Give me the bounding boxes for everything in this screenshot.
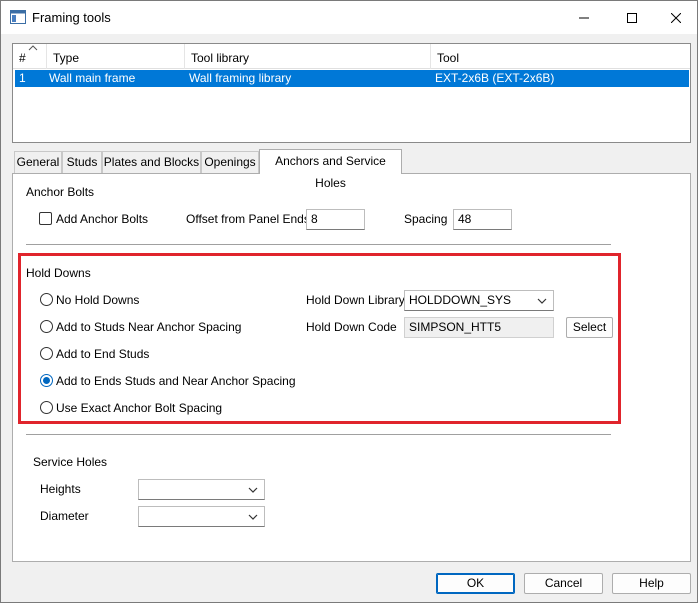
column-header-number[interactable]: #: [13, 44, 47, 69]
table-row[interactable]: 1 Wall main frame Wall framing library E…: [15, 70, 689, 87]
radio-label-studs-near-anchor[interactable]: Add to Studs Near Anchor Spacing: [56, 320, 241, 334]
minimize-button[interactable]: [561, 1, 607, 34]
close-button[interactable]: [653, 1, 698, 34]
minimize-icon: [579, 17, 589, 18]
close-icon: [671, 12, 681, 23]
radio-studs-near-anchor[interactable]: [40, 320, 53, 333]
framing-tools-dialog: Framing tools # Type Tool library Tool 1…: [0, 0, 698, 603]
radio-no-hold-downs[interactable]: [40, 293, 53, 306]
spacing-input[interactable]: 48: [453, 209, 512, 230]
heights-select[interactable]: [138, 479, 265, 500]
radio-label-end-studs[interactable]: Add to End Studs: [56, 347, 149, 361]
maximize-button[interactable]: [609, 1, 655, 34]
row-tool-library: Wall framing library: [189, 71, 292, 85]
add-anchor-bolts-label[interactable]: Add Anchor Bolts: [56, 212, 148, 226]
ok-button[interactable]: OK: [436, 573, 515, 594]
tab-openings[interactable]: Openings: [201, 151, 259, 173]
help-button[interactable]: Help: [612, 573, 691, 594]
hold-down-code-label: Hold Down Code: [306, 320, 397, 334]
column-header-tool-library[interactable]: Tool library: [185, 44, 431, 69]
radio-end-studs[interactable]: [40, 347, 53, 360]
tool-list[interactable]: # Type Tool library Tool 1 Wall main fra…: [12, 43, 691, 143]
row-number: 1: [19, 71, 26, 85]
tool-list-header: # Type Tool library Tool: [13, 44, 690, 69]
hold-down-library-select[interactable]: HOLDDOWN_SYS: [404, 290, 554, 311]
service-holes-heading: Service Holes: [33, 455, 108, 469]
highlight-annotation-box: [18, 253, 621, 424]
offset-label: Offset from Panel Ends: [186, 212, 310, 226]
radio-exact-spacing[interactable]: [40, 401, 53, 414]
cancel-button[interactable]: Cancel: [524, 573, 603, 594]
diameter-label: Diameter: [40, 509, 89, 523]
add-anchor-bolts-checkbox[interactable]: [39, 212, 52, 225]
row-tool: EXT-2x6B (EXT-2x6B): [435, 71, 555, 85]
chevron-down-icon: [537, 298, 547, 304]
hold-down-library-value: HOLDDOWN_SYS: [409, 293, 512, 307]
chevron-down-icon: [248, 487, 258, 493]
divider: [26, 244, 611, 245]
radio-label-ends-studs-near-anchor[interactable]: Add to Ends Studs and Near Anchor Spacin…: [56, 374, 296, 388]
row-type: Wall main frame: [49, 71, 136, 85]
hold-down-library-label: Hold Down Library: [306, 293, 405, 307]
hold-downs-heading: Hold Downs: [26, 266, 91, 280]
hold-down-code-field[interactable]: SIMPSON_HTT5: [404, 317, 554, 338]
column-header-type[interactable]: Type: [47, 44, 185, 69]
tab-plates-and-blocks[interactable]: Plates and Blocks: [102, 151, 201, 173]
maximize-icon: [627, 12, 637, 23]
tab-anchors-and-service-holes[interactable]: Anchors and Service Holes: [259, 149, 402, 190]
heights-label: Heights: [40, 482, 81, 496]
window-title: Framing tools: [32, 10, 111, 25]
radio-label-no-hold-downs[interactable]: No Hold Downs: [56, 293, 139, 307]
diameter-select[interactable]: [138, 506, 265, 527]
column-header-tool[interactable]: Tool: [431, 44, 690, 69]
radio-ends-studs-near-anchor[interactable]: [40, 374, 53, 387]
sort-ascending-icon: [28, 45, 38, 51]
spacing-label: Spacing: [404, 212, 448, 226]
anchor-bolts-heading: Anchor Bolts: [26, 185, 95, 199]
radio-label-exact-spacing[interactable]: Use Exact Anchor Bolt Spacing: [56, 401, 222, 415]
divider: [26, 434, 611, 435]
chevron-down-icon: [248, 514, 258, 520]
title-bar[interactable]: Framing tools: [1, 1, 697, 34]
select-button[interactable]: Select: [566, 317, 613, 338]
offset-input[interactable]: 8: [306, 209, 365, 230]
tab-general[interactable]: General: [14, 151, 62, 173]
tab-studs[interactable]: Studs: [62, 151, 102, 173]
app-icon: [10, 10, 26, 24]
